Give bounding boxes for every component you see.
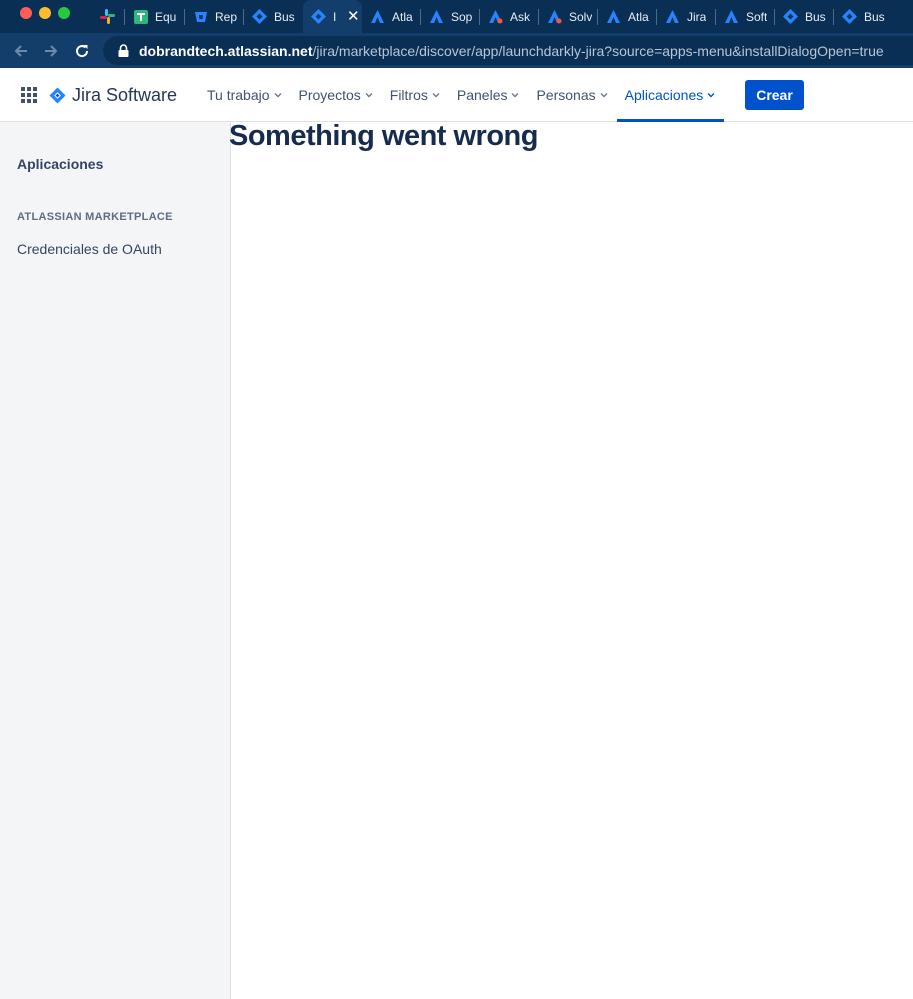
jira-logo-icon: [49, 87, 66, 103]
create-button[interactable]: Crear: [745, 80, 804, 110]
atlassian-icon: [606, 9, 621, 24]
logo-text: Jira Software: [72, 84, 178, 105]
browser-tab-strip: Equ Rep Bus I ✕ Atla Sop Ask Solv Atla J…: [0, 0, 913, 33]
nav-item-tu-trabajo[interactable]: Tu trabajo: [199, 68, 291, 122]
chevron-down-icon: [706, 90, 716, 100]
reload-icon[interactable]: [71, 40, 93, 62]
jira-diamond-icon: [783, 9, 798, 24]
bitbucket-icon: [193, 9, 208, 24]
browser-tab[interactable]: Bus: [834, 0, 893, 33]
jira-top-navigation: Jira Software Tu trabajo Proyectos Filtr…: [0, 68, 913, 122]
atlassian-icon: [665, 9, 680, 24]
jira-software-logo[interactable]: Jira Software: [49, 82, 177, 108]
address-bar[interactable]: dobrandtech.atlassian.net /jira/marketpl…: [103, 36, 913, 65]
close-window-button[interactable]: [20, 7, 32, 19]
nav-item-filtros[interactable]: Filtros: [382, 68, 449, 122]
nav-item-aplicaciones[interactable]: Aplicaciones: [616, 68, 725, 122]
forward-arrow-icon[interactable]: [40, 40, 62, 62]
browser-tab[interactable]: Atla: [362, 0, 421, 33]
atlassian-icon: [370, 9, 385, 24]
tab-title: Atla: [628, 9, 649, 24]
url-path: /jira/marketplace/discover/app/launchdar…: [312, 42, 884, 59]
browser-tab[interactable]: Soft: [716, 0, 775, 33]
chevron-down-icon: [599, 90, 609, 100]
nav-item-label: Filtros: [389, 87, 428, 103]
jira-diamond-icon: [311, 9, 326, 24]
atlassian-alert-icon: [547, 9, 562, 24]
sidebar: Aplicaciones ATLASSIAN MARKETPLACE Crede…: [0, 122, 231, 999]
browser-tab[interactable]: Solv: [539, 0, 598, 33]
browser-tab[interactable]: Ask: [480, 0, 539, 33]
tab-title: Rep: [215, 9, 238, 24]
nav-item-label: Tu trabajo: [207, 87, 270, 103]
browser-tab-active[interactable]: I ✕: [303, 0, 362, 33]
slack-icon: [100, 9, 115, 24]
jira-diamond-icon: [842, 9, 857, 24]
nav-item-label: Aplicaciones: [624, 87, 704, 103]
tab-title: Jira: [687, 9, 707, 24]
tab-title: I: [333, 9, 337, 24]
minimize-window-button[interactable]: [39, 7, 51, 19]
tab-title: Bus: [805, 9, 826, 24]
sidebar-item-oauth-credentials[interactable]: Credenciales de OAuth: [17, 241, 162, 257]
chevron-down-icon: [510, 90, 520, 100]
browser-tab[interactable]: Bus: [244, 0, 303, 33]
sidebar-title: Aplicaciones: [17, 156, 104, 172]
tab-title: Equ: [155, 9, 177, 24]
nav-item-label: Paneles: [456, 87, 508, 103]
app-switcher-grid-icon[interactable]: [20, 86, 38, 104]
browser-tab[interactable]: Atla: [598, 0, 657, 33]
nav-item-label: Personas: [536, 87, 596, 103]
browser-tab[interactable]: [92, 0, 125, 33]
tab-title: Bus: [274, 9, 295, 24]
nav-item-paneles[interactable]: Paneles: [449, 68, 529, 122]
url-host: dobrandtech.atlassian.net: [139, 42, 313, 59]
tab-title: Atla: [392, 9, 413, 24]
chevron-down-icon: [364, 90, 374, 100]
tab-title: Solv: [569, 9, 593, 24]
atlassian-icon: [724, 9, 739, 24]
browser-tab[interactable]: Sop: [421, 0, 480, 33]
nav-item-label: Proyectos: [298, 87, 361, 103]
sidebar-section-heading: ATLASSIAN MARKETPLACE: [17, 211, 173, 223]
browser-toolbar: dobrandtech.atlassian.net /jira/marketpl…: [0, 33, 913, 68]
chevron-down-icon: [431, 90, 441, 100]
jira-diamond-icon: [252, 9, 267, 24]
spreadsheet-icon: [133, 9, 148, 24]
nav-item-personas[interactable]: Personas: [528, 68, 616, 122]
back-arrow-icon[interactable]: [10, 40, 32, 62]
close-tab-icon[interactable]: ✕: [347, 9, 360, 24]
error-heading: Something went wrong: [229, 120, 539, 152]
tab-title: Bus: [864, 9, 885, 24]
browser-tab[interactable]: Jira: [657, 0, 716, 33]
chevron-down-icon: [273, 90, 283, 100]
browser-tab[interactable]: Bus: [775, 0, 834, 33]
browser-tab[interactable]: Equ: [125, 0, 185, 33]
nav-item-proyectos[interactable]: Proyectos: [291, 68, 382, 122]
atlassian-alert-icon: [488, 9, 503, 24]
lock-icon[interactable]: [115, 43, 131, 59]
tab-title: Sop: [451, 9, 473, 24]
main-navigation: Tu trabajo Proyectos Filtros Paneles Per…: [199, 68, 724, 122]
browser-tab[interactable]: Rep: [185, 0, 244, 33]
maximize-window-button[interactable]: [58, 7, 70, 19]
atlassian-icon: [429, 9, 444, 24]
tab-title: Soft: [746, 9, 768, 24]
tab-title: Ask: [510, 9, 531, 24]
